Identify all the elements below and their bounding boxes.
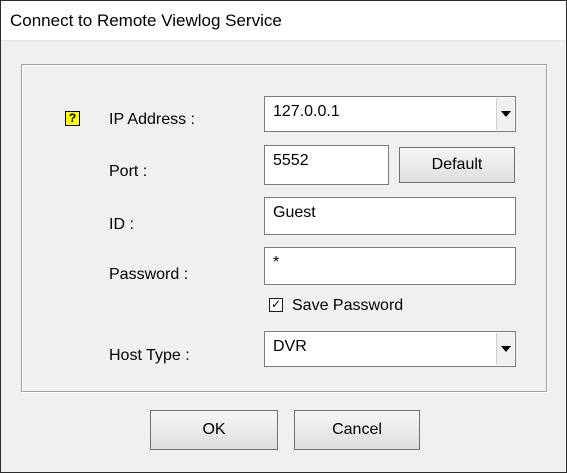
default-button[interactable]: Default — [399, 147, 515, 183]
title-bar[interactable]: Connect to Remote Viewlog Service — [1, 1, 566, 41]
port-label: Port : — [109, 163, 148, 180]
save-password-label[interactable]: Save Password — [292, 297, 403, 315]
ip-address-dropdown-button[interactable] — [496, 98, 514, 130]
cancel-button-label: Cancel — [332, 421, 382, 438]
ok-button-label: OK — [202, 421, 226, 438]
dialog-body: ? IP Address : 127.0.0.1 Port : 5552 Def… — [1, 41, 566, 472]
help-icon[interactable]: ? — [65, 111, 80, 126]
save-password-checkbox[interactable]: ✓ — [269, 298, 283, 312]
default-button-label: Default — [431, 156, 483, 173]
chevron-down-icon — [501, 346, 511, 352]
host-type-combobox[interactable]: DVR — [264, 331, 516, 367]
password-field[interactable]: * — [264, 247, 516, 285]
ok-button[interactable]: OK — [150, 410, 278, 450]
host-type-dropdown-button[interactable] — [496, 333, 514, 365]
ip-address-combobox[interactable]: 127.0.0.1 — [264, 96, 516, 132]
cancel-button[interactable]: Cancel — [294, 410, 420, 450]
ip-address-label: IP Address : — [109, 111, 195, 128]
chevron-down-icon — [501, 111, 511, 117]
password-label: Password : — [109, 266, 189, 283]
checkmark-icon: ✓ — [270, 297, 282, 311]
dialog-window: Connect to Remote Viewlog Service ? IP A… — [0, 0, 567, 473]
host-type-value: DVR — [273, 338, 307, 355]
id-label: ID : — [109, 216, 134, 233]
ip-address-value: 127.0.0.1 — [273, 103, 340, 120]
host-type-label: Host Type : — [109, 347, 190, 364]
id-field[interactable]: Guest — [264, 197, 516, 235]
dialog-title: Connect to Remote Viewlog Service — [10, 11, 282, 30]
port-field[interactable]: 5552 — [264, 145, 389, 185]
